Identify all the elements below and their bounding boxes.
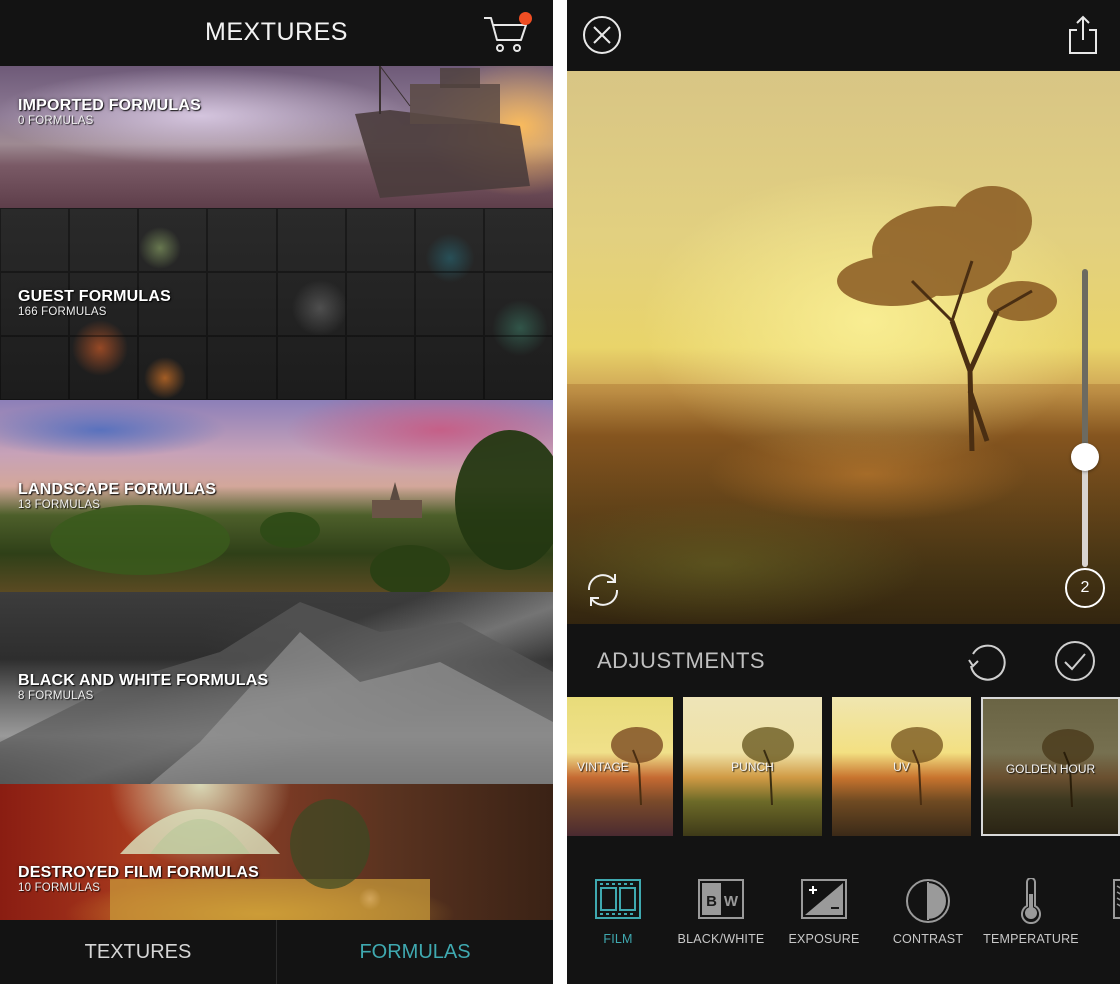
undo-button[interactable] — [965, 640, 1007, 682]
bottom-tab-bar: TEXTURES FORMULAS — [0, 920, 553, 984]
preset-strip: VINTAGE PUNCH UV GOLDEN HOUR — [567, 697, 1120, 837]
formulas-screen: MEXTURES IMPORTED FORMULAS 0 FORMULAS GU… — [0, 0, 553, 984]
preset-punch[interactable]: PUNCH — [683, 697, 822, 836]
category-name: GUEST FORMULAS — [18, 288, 172, 305]
category-name: LANDSCAPE FORMULAS — [18, 481, 217, 498]
app-title: MEXTURES — [205, 18, 348, 46]
preset-vintage[interactable]: VINTAGE — [567, 697, 673, 836]
category-landscape-formulas[interactable]: LANDSCAPE FORMULAS 13 FORMULAS — [0, 400, 553, 592]
texture-tool-icon — [1113, 879, 1120, 919]
temperature-icon — [1021, 878, 1041, 924]
edited-photo — [567, 71, 1120, 624]
undo-icon — [968, 644, 1006, 681]
tab-formulas[interactable]: FORMULAS — [277, 920, 553, 984]
tree-image — [837, 186, 1057, 451]
exposure-icon — [801, 879, 847, 919]
top-bar: MEXTURES — [0, 0, 553, 66]
black-white-icon: B W — [698, 879, 744, 919]
rotate-icon — [587, 574, 619, 606]
svg-text:B: B — [706, 893, 717, 910]
checkmark-icon — [1055, 641, 1095, 681]
tool-contrast[interactable]: CONTRAST — [878, 870, 978, 954]
tool-film[interactable]: FILM — [568, 870, 668, 954]
preset-label: UV — [893, 760, 910, 774]
intensity-slider[interactable] — [1071, 269, 1099, 567]
slider-fill — [1082, 456, 1088, 567]
tool-label: TEMPERATURE — [983, 932, 1079, 946]
close-button[interactable] — [582, 15, 622, 55]
category-count: 13 FORMULAS — [18, 499, 101, 511]
tool-label: CONTRAST — [892, 932, 964, 946]
tool-label: EXPOSURE — [788, 932, 860, 946]
slider-thumb[interactable] — [1071, 442, 1099, 471]
adjustment-tools-bar: FILM B W BLACK/WHITE EXPOSURE CONTRAST T… — [567, 870, 1120, 960]
tool-black-white[interactable]: B W BLACK/WHITE — [671, 870, 771, 954]
category-count: 166 FORMULAS — [18, 306, 107, 318]
tool-label: FILM — [603, 932, 633, 946]
tool-label: BLACK/WHITE — [677, 932, 765, 946]
contrast-icon — [906, 879, 950, 923]
adjustments-title: ADJUSTMENTS — [597, 648, 766, 673]
tool-more[interactable] — [1102, 870, 1120, 954]
preset-label: GOLDEN HOUR — [1005, 762, 1096, 776]
preset-uv[interactable]: UV — [832, 697, 971, 836]
editor-screen: 2 ADJUSTMENTS VINTAGE PUNCH UV GOLDEN HO… — [567, 0, 1120, 984]
category-destroyed-film-formulas[interactable]: DESTROYED FILM FORMULAS 10 FORMULAS — [0, 784, 553, 920]
rotate-texture-button[interactable] — [581, 568, 625, 612]
tab-textures[interactable]: TEXTURES — [0, 920, 276, 984]
category-imported-formulas[interactable]: IMPORTED FORMULAS 0 FORMULAS — [0, 66, 553, 208]
preset-label: PUNCH — [731, 760, 774, 774]
share-button[interactable] — [1067, 14, 1099, 56]
cart-notification-badge — [519, 12, 532, 25]
tool-exposure[interactable]: EXPOSURE — [774, 870, 874, 954]
ship-image — [355, 66, 530, 198]
category-name: DESTROYED FILM FORMULAS — [18, 864, 260, 881]
svg-text:W: W — [724, 893, 739, 910]
film-icon — [595, 879, 641, 919]
confirm-button[interactable] — [1054, 640, 1096, 682]
category-count: 10 FORMULAS — [18, 882, 101, 894]
carousel-image — [110, 799, 430, 920]
share-icon — [1069, 15, 1097, 54]
category-count: 0 FORMULAS — [18, 115, 94, 127]
category-name: BLACK AND WHITE FORMULAS — [18, 672, 269, 689]
tool-temperature[interactable]: TEMPERATURE — [981, 870, 1081, 954]
preset-label: VINTAGE — [577, 760, 629, 774]
category-black-and-white-formulas[interactable]: BLACK AND WHITE FORMULAS 8 FORMULAS — [0, 592, 553, 784]
layer-count-badge[interactable]: 2 — [1065, 568, 1105, 608]
close-circle-icon — [583, 16, 621, 54]
preset-golden-hour[interactable]: GOLDEN HOUR — [981, 697, 1120, 836]
category-guest-formulas[interactable]: GUEST FORMULAS 166 FORMULAS — [0, 208, 553, 400]
category-name: IMPORTED FORMULAS — [18, 97, 201, 114]
category-count: 8 FORMULAS — [18, 690, 94, 702]
